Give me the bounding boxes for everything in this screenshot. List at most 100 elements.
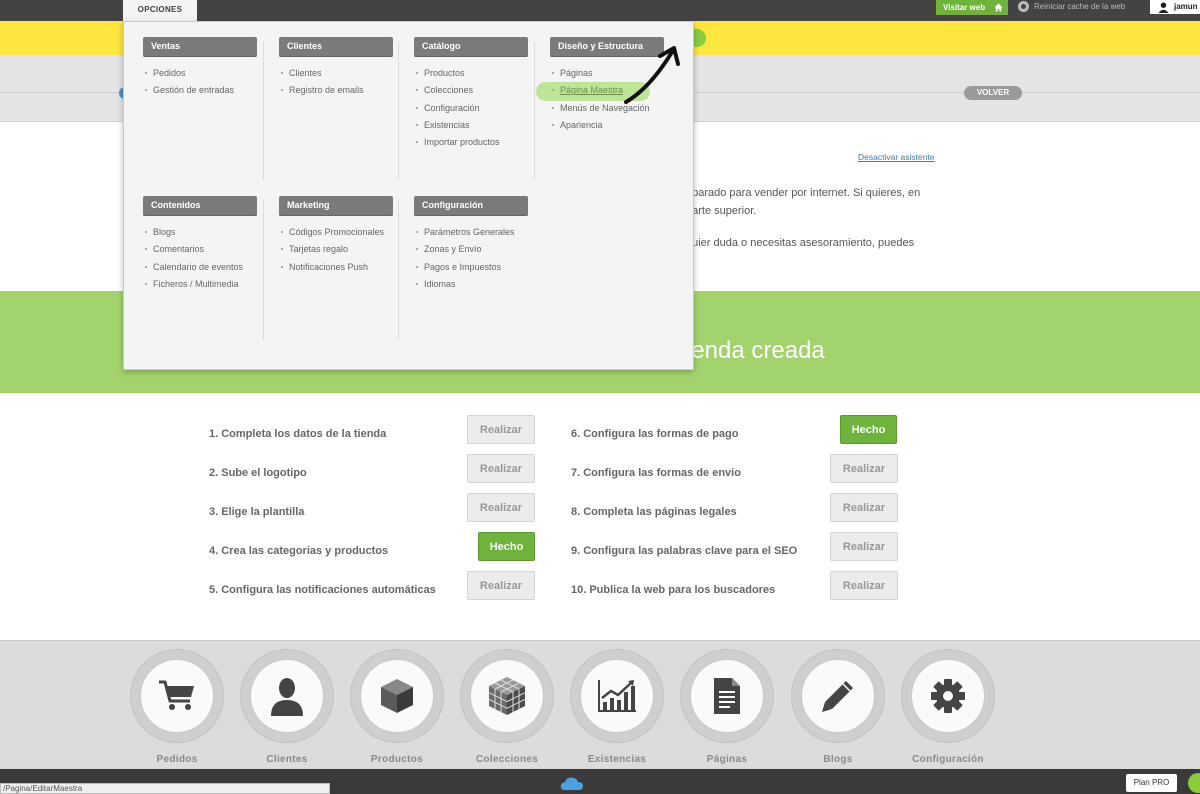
- menu-item-parametros-generales[interactable]: Parámetros Generales: [416, 226, 532, 243]
- menu-item-idiomas[interactable]: Idiomas: [416, 278, 532, 295]
- dock-circle-inner: [250, 659, 324, 733]
- volver-button[interactable]: VOLVER: [964, 86, 1022, 100]
- task-5-realizar-button[interactable]: Realizar: [467, 571, 535, 600]
- refresh-icon: [1018, 1, 1029, 12]
- pencil-icon: [822, 681, 853, 712]
- menu-item-configuracion-catalogo[interactable]: Configuración: [416, 102, 532, 119]
- task-label: 2. Sube el logotipo: [209, 467, 307, 479]
- menu-list: Parámetros Generales Zonas y Envío Pagos…: [416, 226, 532, 295]
- task-label: 9. Configura las palabras clave para el …: [571, 545, 798, 557]
- dock-circle-inner: [580, 659, 654, 733]
- desactivar-asistente-link[interactable]: Desactivar asistente: [858, 152, 935, 162]
- menu-item-notificaciones-push[interactable]: Notificaciones Push: [281, 261, 397, 278]
- dock-circle: [570, 649, 664, 743]
- menu-item-blogs[interactable]: Blogs: [145, 226, 261, 243]
- banner-title: ienda creada: [686, 337, 825, 364]
- dock-circle-inner: [801, 659, 875, 733]
- dock-circle: [901, 649, 995, 743]
- menu-item-ficheros-multimedia[interactable]: Ficheros / Multimedia: [145, 278, 261, 295]
- gear-icon: [931, 679, 965, 713]
- dock-circle: [240, 649, 334, 743]
- menu-item-existencias[interactable]: Existencias: [416, 119, 532, 136]
- menu-item-colecciones[interactable]: Colecciones: [416, 84, 532, 101]
- menu-item-pagos-impuestos[interactable]: Pagos e Impuestos: [416, 261, 532, 278]
- plan-pro-button[interactable]: Plan PRO: [1126, 774, 1177, 792]
- dock-productos[interactable]: Productos: [350, 649, 444, 765]
- menu-item-clientes[interactable]: Clientes: [281, 67, 397, 84]
- dock-pedidos[interactable]: Pedidos: [130, 649, 224, 765]
- dock-label: Clientes: [266, 754, 308, 765]
- menu-list: Códigos Promocionales Tarjetas regalo No…: [281, 226, 397, 278]
- home-icon: [994, 3, 1003, 12]
- task-8-realizar-button[interactable]: Realizar: [830, 493, 898, 522]
- menu-list: Clientes Registro de emails: [281, 67, 397, 102]
- dock-circle: [680, 649, 774, 743]
- menu-item-calendario-eventos[interactable]: Calendario de eventos: [145, 261, 261, 278]
- task-label: 1. Completa los datos de la tienda: [209, 428, 387, 440]
- reiniciar-cache-link[interactable]: Reiniciar cache de la web: [1018, 0, 1125, 14]
- menu-group-header: Catálogo: [414, 37, 528, 57]
- user-icon: [271, 678, 303, 716]
- cart-icon: [159, 680, 194, 710]
- menu-item-importar-productos[interactable]: Importar productos: [416, 136, 532, 153]
- dock-circle: [130, 649, 224, 743]
- menu-item-pagina-maestra-label: Página Maestra: [560, 85, 624, 96]
- dock-circle-inner: [360, 659, 434, 733]
- intro-text-line-1: eparado para vender por internet. Si qui…: [686, 187, 921, 199]
- dock-circle-inner: [470, 659, 544, 733]
- cloud-icon[interactable]: [560, 776, 584, 791]
- dock-existencias[interactable]: Existencias: [570, 649, 664, 765]
- dock-label: Blogs: [823, 754, 853, 765]
- task-3-realizar-button[interactable]: Realizar: [467, 493, 535, 522]
- intro-text-line-3: quier duda o necesitas asesoramiento, pu…: [686, 237, 915, 249]
- dock-colecciones[interactable]: Colecciones: [460, 649, 554, 765]
- reiniciar-cache-label: Reiniciar cache de la web: [1034, 2, 1126, 11]
- opciones-tab[interactable]: OPCIONES: [123, 0, 197, 21]
- dock-circle-inner: [690, 659, 764, 733]
- menu-item-comentarios[interactable]: Comentarios: [145, 243, 261, 260]
- menu-item-productos[interactable]: Productos: [416, 67, 532, 84]
- task-7-realizar-button[interactable]: Realizar: [830, 454, 898, 483]
- dock-circle: [791, 649, 885, 743]
- dock-circle: [350, 649, 444, 743]
- menu-group-header: Marketing: [279, 196, 393, 216]
- task-10-realizar-button[interactable]: Realizar: [830, 571, 898, 600]
- visitar-web-label: Visitar web: [943, 3, 986, 12]
- box-icon: [381, 679, 413, 713]
- menu-item-tarjetas-regalo[interactable]: Tarjetas regalo: [281, 243, 397, 260]
- intro-text-line-2: parte superior.: [686, 205, 757, 217]
- dock-blogs[interactable]: Blogs: [791, 649, 885, 765]
- menu-group-header: Ventas: [143, 37, 257, 57]
- dock-paginas[interactable]: Páginas: [680, 649, 774, 765]
- menu-list: Blogs Comentarios Calendario de eventos …: [145, 226, 261, 295]
- task-label: 4. Crea las categorias y productos: [209, 545, 389, 557]
- user-icon: [1158, 2, 1169, 13]
- menu-item-registro-emails[interactable]: Registro de emails: [281, 84, 397, 101]
- task-9-realizar-button[interactable]: Realizar: [830, 532, 898, 561]
- menu-item-zonas-envio[interactable]: Zonas y Envío: [416, 243, 532, 260]
- task-4-hecho-button[interactable]: Hecho: [478, 532, 535, 561]
- menu-item-pedidos[interactable]: Pedidos: [145, 67, 261, 84]
- dock-label: Páginas: [706, 754, 748, 765]
- visitar-web-button[interactable]: Visitar web: [936, 0, 1008, 15]
- task-label: 6. Configura las formas de pago: [571, 428, 739, 440]
- user-menu[interactable]: jamun: [1150, 0, 1200, 14]
- dock-circle: [460, 649, 554, 743]
- task-label: 5. Configura las notificaciones automáti…: [209, 584, 436, 596]
- task-6-hecho-button[interactable]: Hecho: [840, 415, 897, 444]
- menu-group-catalogo: Catálogo Productos Colecciones Configura…: [396, 37, 532, 153]
- dock-clientes[interactable]: Clientes: [240, 649, 334, 765]
- menu-group-marketing: Marketing Códigos Promocionales Tarjetas…: [261, 196, 397, 278]
- cube-grid-icon: [488, 677, 526, 715]
- menu-item-apariencia[interactable]: Apariencia: [552, 119, 668, 136]
- dock-configuracion[interactable]: Configuración: [901, 649, 995, 765]
- document-icon: [714, 678, 740, 714]
- dock-label: Configuración: [912, 754, 984, 765]
- menu-item-gestion-entradas[interactable]: Gestión de entradas: [145, 84, 261, 101]
- task-2-realizar-button[interactable]: Realizar: [467, 454, 535, 483]
- menu-item-codigos-promocionales[interactable]: Códigos Promocionales: [281, 226, 397, 243]
- task-1-realizar-button[interactable]: Realizar: [467, 415, 535, 444]
- menu-group-header: Clientes: [279, 37, 393, 57]
- dock-circle-inner: [140, 659, 214, 733]
- task-label: 3. Elige la plantilla: [209, 506, 305, 518]
